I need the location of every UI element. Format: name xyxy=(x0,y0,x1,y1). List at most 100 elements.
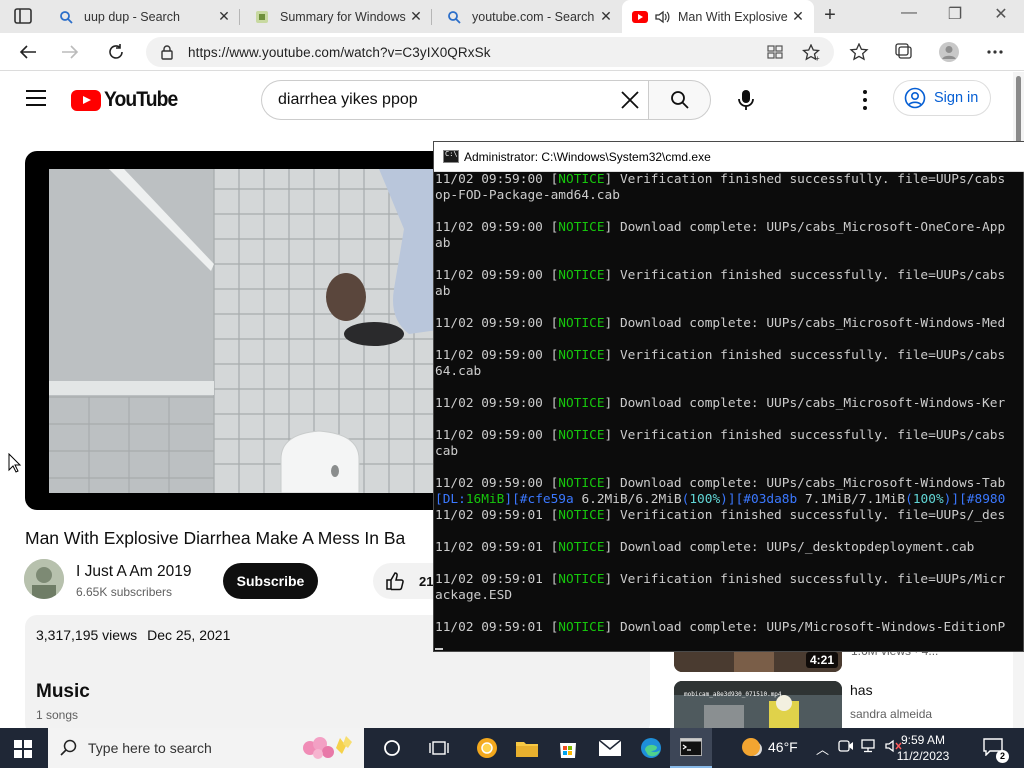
view-count: 3,317,195 views xyxy=(36,627,138,643)
windows-taskbar: Type here to search 46°F ︿ 9:59 AM 11/2/… xyxy=(0,728,1024,768)
favorites-icon[interactable] xyxy=(848,42,870,62)
suggested-video-thumbnail[interactable]: mobicam_a8e3d930_071510.mp4 xyxy=(674,681,842,729)
speaker-icon[interactable] xyxy=(654,9,670,25)
url-text[interactable]: https://www.youtube.com/watch?v=C3yIX0QR… xyxy=(188,45,491,60)
tab-close-icon[interactable]: ✕ xyxy=(406,8,426,25)
meet-now-icon[interactable] xyxy=(838,739,854,756)
tab-title: youtube.com - Search xyxy=(472,9,595,24)
browser-tab-strip: uup dup - Search ✕ Summary for Windows ✕… xyxy=(0,0,1024,33)
taskbar-search-box[interactable]: Type here to search xyxy=(48,728,364,768)
weather-widget[interactable]: 46°F xyxy=(742,738,798,756)
file-explorer-icon[interactable] xyxy=(515,736,539,760)
log-line: 11/02 09:59:00 [NOTICE] Download complet… xyxy=(435,476,1006,491)
settings-more-icon[interactable] xyxy=(984,42,1006,62)
suggested-video-channel[interactable]: sandra almeida xyxy=(850,707,932,721)
profile-icon[interactable] xyxy=(938,42,960,62)
taskbar-search-placeholder: Type here to search xyxy=(88,740,212,756)
tab-actions-icon[interactable] xyxy=(14,8,32,24)
suggested-video-thumbnail[interactable]: 4:21 xyxy=(674,650,842,672)
youtube-logo[interactable]: YouTube xyxy=(71,88,184,112)
cmd-title: Administrator: C:\Windows\System32\cmd.e… xyxy=(464,150,711,164)
log-line: 11/02 09:59:01 [NOTICE] Verification fin… xyxy=(435,572,1006,587)
log-line: 11/02 09:59:01 [NOTICE] Download complet… xyxy=(435,620,1006,635)
mail-icon[interactable] xyxy=(598,736,622,760)
apps-icon[interactable] xyxy=(766,44,784,60)
search-input[interactable]: diarrhea yikes ppop xyxy=(261,80,649,120)
clear-search-icon[interactable] xyxy=(619,89,641,111)
search-query[interactable]: diarrhea yikes ppop xyxy=(278,91,418,109)
tab-close-icon[interactable]: ✕ xyxy=(214,8,234,25)
tab-youtube-search[interactable]: youtube.com - Search ✕ xyxy=(432,0,622,33)
channel-avatar[interactable] xyxy=(24,559,64,599)
refresh-button[interactable] xyxy=(104,41,128,63)
cmd-icon xyxy=(680,738,702,756)
tab-close-icon[interactable]: ✕ xyxy=(596,8,616,25)
sign-in-label: Sign in xyxy=(934,90,979,106)
sign-in-button[interactable]: Sign in xyxy=(893,80,991,116)
start-button[interactable] xyxy=(14,740,32,758)
video-duration: 4:21 xyxy=(805,652,838,668)
uup-favicon xyxy=(254,9,270,25)
restore-button[interactable]: ❐ xyxy=(932,4,978,24)
forward-button[interactable] xyxy=(58,41,82,63)
log-line: 11/02 09:59:00 [NOTICE] Download complet… xyxy=(435,220,1006,235)
taskbar-cmd-button[interactable] xyxy=(670,728,712,768)
network-icon[interactable] xyxy=(861,739,877,756)
youtube-play-icon xyxy=(71,89,101,111)
tab-summary-windows[interactable]: Summary for Windows ✕ xyxy=(240,0,432,33)
edge-icon[interactable] xyxy=(639,736,663,760)
task-view-icon[interactable] xyxy=(428,736,452,760)
svg-text:+: + xyxy=(815,54,820,62)
songs-count: 1 songs xyxy=(36,708,79,722)
lock-icon[interactable] xyxy=(160,44,174,60)
address-bar[interactable]: https://www.youtube.com/watch?v=C3yIX0QR… xyxy=(146,37,834,67)
cmd-icon xyxy=(443,150,459,163)
menu-icon[interactable] xyxy=(26,90,46,106)
cmd-output[interactable]: 11/02 09:59:00 [NOTICE] Verification fin… xyxy=(434,172,1023,650)
tab-title: uup dup - Search xyxy=(84,9,180,24)
minimize-button[interactable]: — xyxy=(886,4,932,22)
thumbs-up-icon xyxy=(386,572,404,591)
channel-name[interactable]: I Just A Am 2019 xyxy=(76,563,191,581)
clock-date: 11/2/2023 xyxy=(896,749,950,763)
system-clock[interactable]: 9:59 AM 11/2/2023 xyxy=(888,732,958,764)
music-heading: Music xyxy=(36,681,90,702)
microsoft-store-icon[interactable] xyxy=(556,736,580,760)
subscribe-button[interactable]: Subscribe xyxy=(223,563,318,599)
cmd-window[interactable]: Administrator: C:\Windows\System32\cmd.e… xyxy=(433,141,1024,652)
log-line: 11/02 09:59:00 [NOTICE] Download complet… xyxy=(435,396,1006,411)
collections-icon[interactable] xyxy=(893,42,915,62)
tab-uup-dup-search[interactable]: uup dup - Search ✕ xyxy=(44,0,240,33)
mouse-cursor-icon xyxy=(8,453,22,473)
tab-youtube-video[interactable]: Man With Explosive ✕ xyxy=(622,0,814,33)
search-icon xyxy=(58,9,74,25)
voice-search-button[interactable] xyxy=(728,82,764,118)
cortana-icon[interactable] xyxy=(380,736,404,760)
cmd-title-bar[interactable]: Administrator: C:\Windows\System32\cmd.e… xyxy=(434,142,1024,172)
log-line: 11/02 09:59:01 [NOTICE] Download complet… xyxy=(435,540,975,555)
log-line: 11/02 09:59:00 [NOTICE] Verification fin… xyxy=(435,172,1006,187)
logo-text: YouTube xyxy=(104,88,178,111)
log-line: cab xyxy=(435,444,459,459)
search-icon xyxy=(60,739,77,756)
add-favorite-icon[interactable]: + xyxy=(802,44,822,62)
more-options-icon[interactable] xyxy=(857,90,873,110)
weather-temp: 46°F xyxy=(768,739,798,755)
chrome-canary-icon[interactable] xyxy=(475,736,499,760)
new-tab-button[interactable]: + xyxy=(819,5,841,27)
youtube-header: YouTube diarrhea yikes ppop Sign in xyxy=(0,72,1024,128)
suggested-video-title[interactable]: has xyxy=(850,682,873,698)
log-line: 11/02 09:59:00 [NOTICE] Verification fin… xyxy=(435,428,1006,443)
notification-center-button[interactable]: 2 xyxy=(983,738,1009,763)
back-button[interactable] xyxy=(16,41,40,63)
partly-sunny-icon xyxy=(742,738,760,756)
search-button[interactable] xyxy=(648,80,711,120)
close-window-button[interactable]: ✕ xyxy=(978,4,1024,24)
video-player[interactable] xyxy=(25,151,445,510)
tab-close-icon[interactable]: ✕ xyxy=(788,8,808,25)
publish-date: Dec 25, 2021 xyxy=(147,627,231,643)
video-frame[interactable] xyxy=(49,169,445,493)
show-hidden-icons-chevron-icon[interactable]: ︿ xyxy=(816,739,829,758)
view-stats: 3,317,195 views Dec 25, 2021 xyxy=(36,627,230,643)
log-line: ab xyxy=(435,236,451,251)
